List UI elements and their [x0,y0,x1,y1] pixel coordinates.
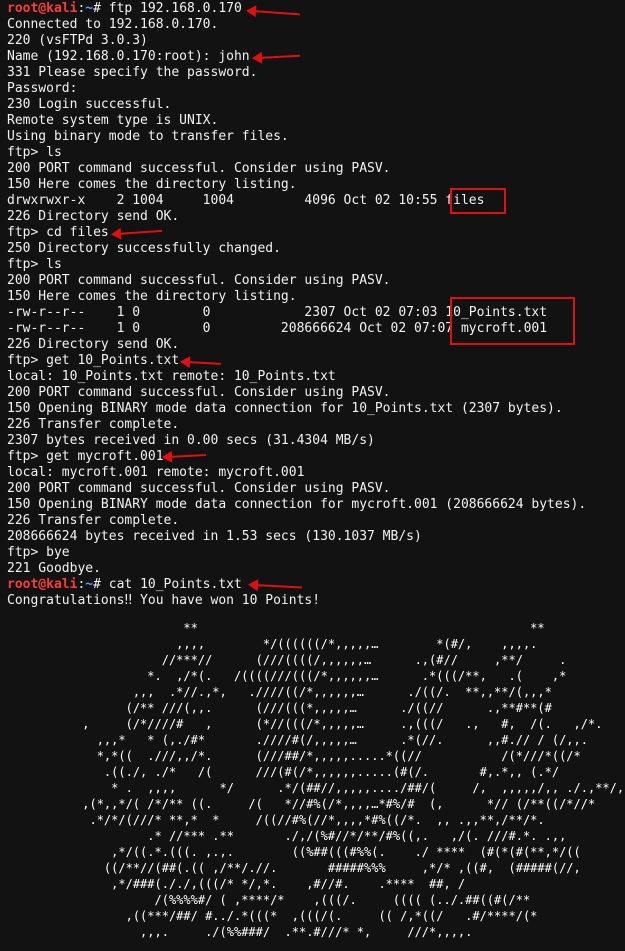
listing-meta: -rw-r--r-- 1 0 0 208666624 Oct 02 07:07 [7,321,461,336]
ascii-art-line: .((./, ./* /( ///(#(/*,,,,,,.....(#(/. #… [10,765,560,779]
ftp-command-cd: ftp> cd files [7,225,109,240]
output-line: Remote system type is UNIX. [7,113,219,128]
ftp-command-get-points: ftp> get 10_Points.txt [7,353,180,368]
ascii-art-line: .*/*/(///* **,* * /((//#%(//*,,,,*#%((/*… [10,813,545,827]
ascii-art-line: ,*/((.*.(((. ,.,. ((%##(((#%%(. ./ **** … [10,845,581,859]
ascii-art-line: /(%%%%#/ ( ,****/* ,(((/. (((( (../.##((… [10,893,531,907]
listing-name-mycroft: mycroft.001 [460,321,548,336]
output-line: 200 PORT command successful. Consider us… [7,481,391,496]
output-line: 331 Please specify the password. [7,65,258,80]
ascii-art: ** ** ,,,, */((((((/*,,,,,… *(#/, ,,,,. … [10,620,624,940]
ascii-art-line: (/** ///(,,. (///(((*,,,,,… ./((// .,**#… [10,701,552,715]
prompt-user: root@kali [7,577,78,592]
ascii-art-line: ,,,, */((((((/*,,,,,… *(#/, ,,,,. [10,637,538,651]
prompt-user: root@kali [7,1,78,16]
ascii-art-line: ,((***/##/ #../.*(((* ,(((/(. (( /,*((/ … [10,909,538,923]
listing-meta: -rw-r--r-- 1 0 0 2307 Oct 02 07:03 [7,305,446,320]
output-line: 200 PORT command successful. Consider us… [7,273,391,288]
prompt-path: ~ [85,577,94,592]
ascii-art-line: ** ** [10,621,545,635]
prompt-hash: # [93,577,109,592]
ascii-art-line: //***// (///((((/,,,,,,… .,(#// ,**/ . [10,653,567,667]
listing-row-files: drwxrwxr-x 2 1004 1004 4096 Oct 02 10:55… [7,193,586,209]
output-line: Connected to 192.168.0.170. [7,17,219,32]
output-line: 208666624 bytes received in 1.53 secs (1… [7,529,422,544]
ascii-art-line: ,,, .*//.,*, .////((/*,,,,,,… ./((/. **,… [10,685,552,699]
output-line: Password: [7,81,78,96]
output-line: 250 Directory successfully changed. [7,241,281,256]
output-line: 150 Opening BINARY mode data connection … [7,401,563,416]
ascii-art-line: ,(*,,*/( /*/** ((. /( *//#%(/*,,,,…*#%/#… [10,797,596,811]
ftp-command-ls: ftp> ls [7,145,62,160]
output-line: 200 PORT command successful. Consider us… [7,161,391,176]
congratulations-line: Congratulations‼ You have won 10 Points! [7,593,321,608]
listing-row-mycroft: -rw-r--r-- 1 0 0 208666624 Oct 02 07:07 … [7,321,586,337]
ascii-art-line: ,*/###(././,(((/* */,*. ,#//#. .**** ##,… [10,877,466,891]
command-ftp: ftp 192.168.0.170 [108,1,242,16]
ascii-art-line: ((/**//(##(.(( ,/**/.//. #####%%% ,*/* ,… [10,861,581,875]
ascii-art-line: *,*(( .///,,/*. (///##/*,,,,,.....*((// … [10,749,581,763]
ascii-art-line: ,,,. ./(%%###/ .**.#///* *, ///*,,,,. [10,925,473,939]
ftp-command-ls: ftp> ls [7,257,62,272]
ftp-command-get-mycroft: ftp> get mycroft.001 [7,449,164,464]
output-line: 226 Directory send OK. [7,209,180,224]
output-line: local: mycroft.001 remote: mycroft.001 [7,465,305,480]
ascii-art-line: .* //*** .** ./,/(%#//*/**/#%((,. ,/(. /… [10,829,567,843]
listing-name-files: files [445,193,485,208]
output-line: 221 Goodbye. [7,561,101,576]
ascii-art-line: , (/*////# , (*//(((/*,,,,,… .,(((/ ., #… [10,717,603,731]
output-line: 200 PORT command successful. Consider us… [7,385,391,400]
ascii-art-line: ,,,* * (,./#* .////#(/,,,,,… .*(//. ,,#.… [10,733,588,747]
ascii-art-line: *. ,/*(. /((((///(((/*,,,,,,… .*(((/**, … [10,669,567,683]
output-line-name: Name (192.168.0.170:root): john [7,49,250,64]
listing-name-points: 10_Points.txt [445,305,548,320]
listing-meta: drwxrwxr-x 2 1004 1004 4096 Oct 02 10:55 [7,193,446,208]
output-line: 226 Transfer complete. [7,513,180,528]
output-line: 220 (vsFTPd 3.0.3) [7,33,148,48]
output-line: 150 Here comes the directory listing. [7,177,297,192]
output-line: 2307 bytes received in 0.00 secs (31.430… [7,433,375,448]
output-line: 226 Directory send OK. [7,337,180,352]
output-line: 226 Transfer complete. [7,417,180,432]
output-line: Using binary mode to transfer files. [7,129,289,144]
ascii-art-line: * . ,,,, */ .*/(##//,,,,,..../##/( /, ,,… [10,781,625,795]
prompt-hash: # [93,1,109,16]
terminal-output: root@kali:~# ftp 192.168.0.170 Connected… [7,1,586,609]
prompt-path: ~ [85,1,94,16]
output-line: 150 Here comes the directory listing. [7,289,297,304]
ftp-command-bye: ftp> bye [7,545,70,560]
terminal-window[interactable]: root@kali:~# ftp 192.168.0.170 Connected… [0,0,625,951]
prompt-line-cat: root@kali:~# cat 10_Points.txt [7,577,586,593]
output-line: local: 10_Points.txt remote: 10_Points.t… [7,369,336,384]
output-line: 150 Opening BINARY mode data connection … [7,497,587,512]
command-cat: cat 10_Points.txt [108,577,242,592]
output-line: 230 Login successful. [7,97,172,112]
listing-row-points: -rw-r--r-- 1 0 0 2307 Oct 02 07:03 10_Po… [7,305,586,321]
